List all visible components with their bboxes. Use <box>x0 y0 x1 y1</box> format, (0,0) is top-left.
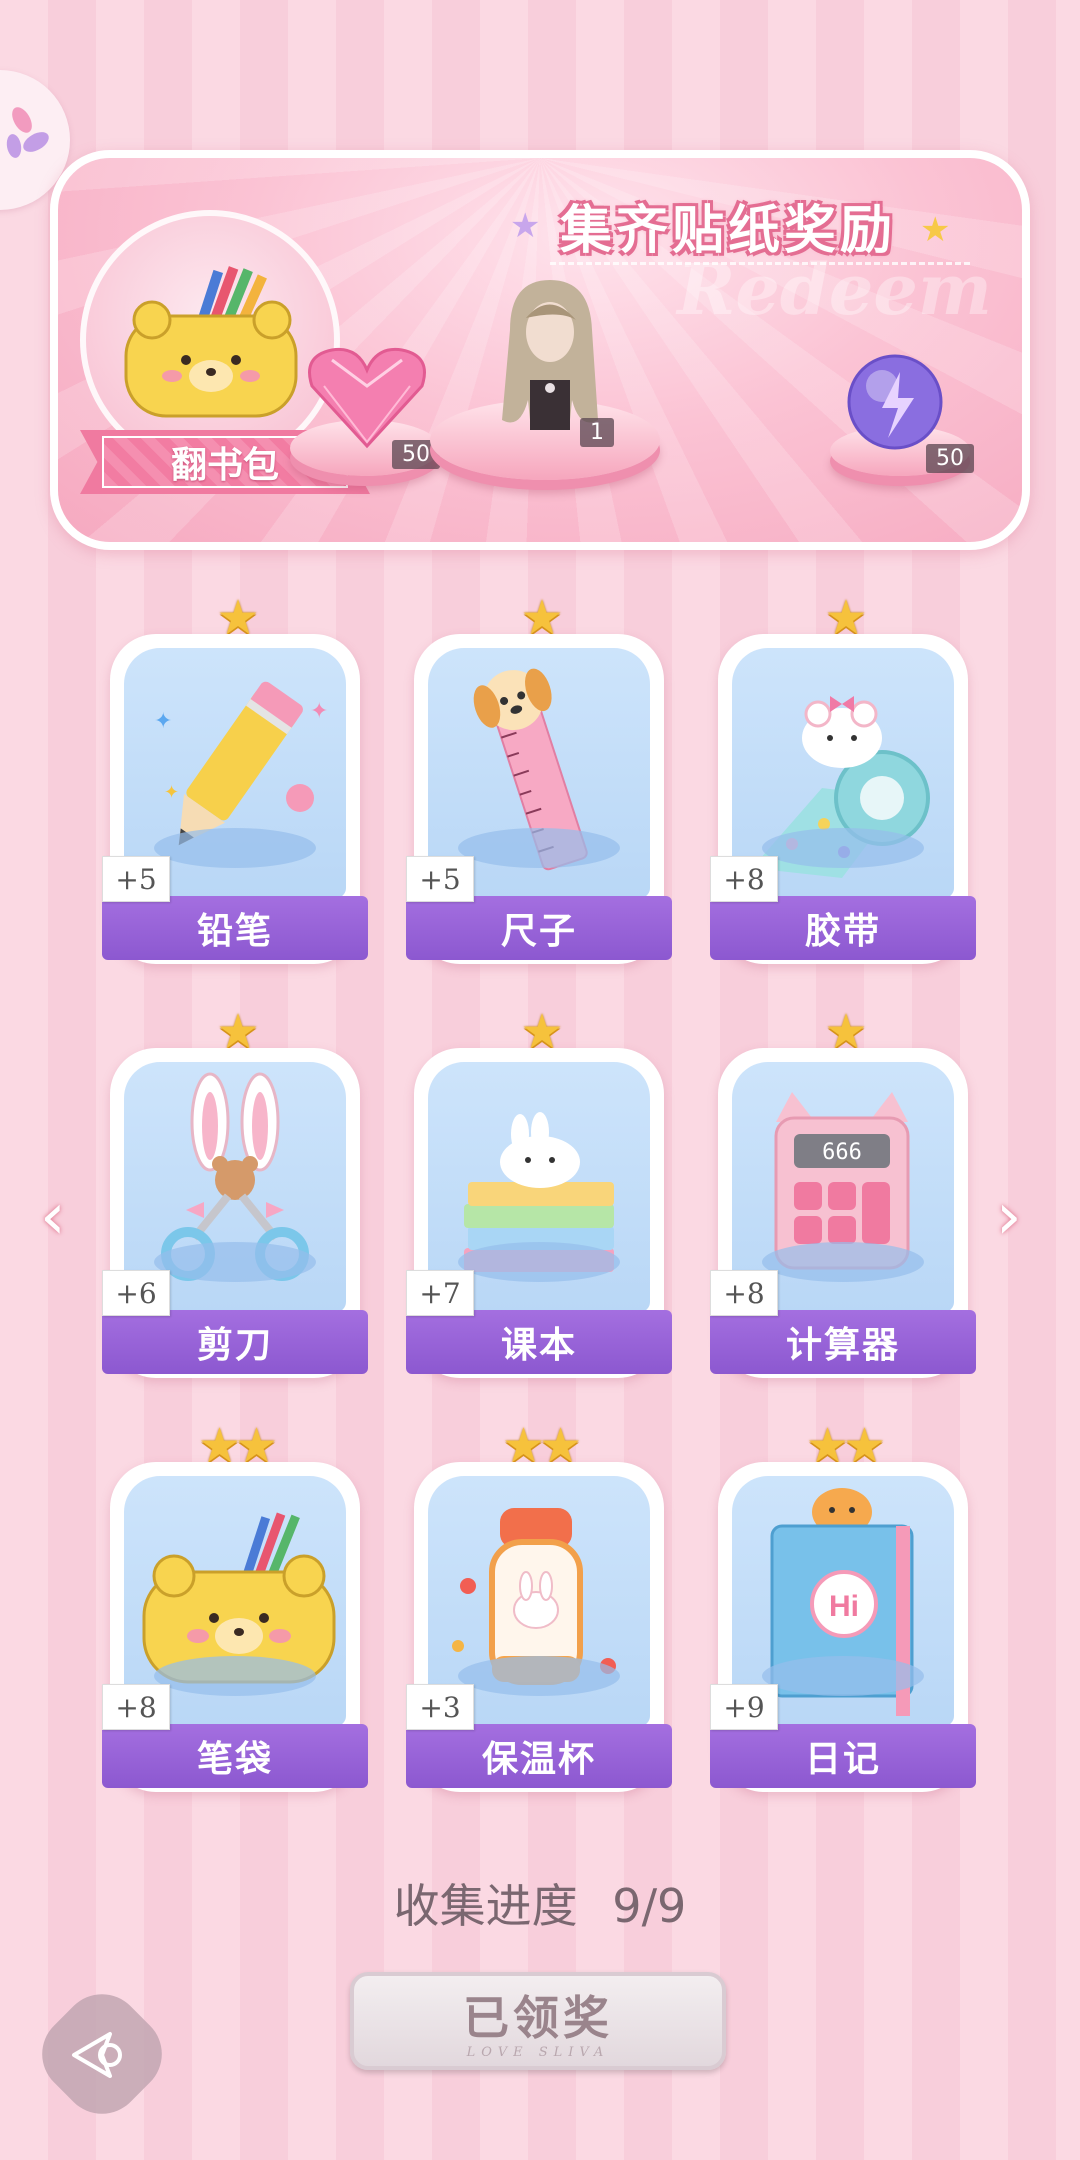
sticker-card-pencil[interactable]: ★ ✦ ✦ ✦ 铅笔 +5 <box>102 590 368 964</box>
svg-text:✦: ✦ <box>154 709 172 734</box>
sticker-name: 剪刀 <box>102 1310 368 1374</box>
sticker-name: 铅笔 <box>102 896 368 960</box>
sticker-card-calculator[interactable]: ★ 666 计算器 +8 <box>710 1004 976 1378</box>
calculator-display: 666 <box>822 1140 862 1165</box>
star-icon: ★ <box>510 206 541 246</box>
sticker-card-pencil-case[interactable]: ★★ 笔袋 +8 <box>102 1418 368 1792</box>
sticker-bonus: +3 <box>406 1684 474 1730</box>
svg-text:✦: ✦ <box>164 782 179 803</box>
claimed-button[interactable]: 已领奖 LOVE SLIVA <box>350 1972 726 2070</box>
sticker-bonus: +5 <box>102 856 170 902</box>
sticker-name: 日记 <box>710 1724 976 1788</box>
reward-item-energy-orb[interactable]: 50 <box>840 350 974 473</box>
back-arrow-icon <box>72 2032 122 2078</box>
sticker-name: 课本 <box>406 1310 672 1374</box>
progress-value: 9/9 <box>612 1879 687 1933</box>
sticker-bonus: +8 <box>102 1684 170 1730</box>
sticker-card-tape[interactable]: ★ 胶带 +8 <box>710 590 976 964</box>
sticker-name: 胶带 <box>710 896 976 960</box>
star-icon: ★ <box>920 210 951 250</box>
character-outfit-icon <box>502 280 598 430</box>
reward-item-heart-gem[interactable]: 50 <box>302 336 440 469</box>
diary-cover-text: Hi <box>829 1590 859 1623</box>
svg-text:✦: ✦ <box>310 699 328 724</box>
sticker-bonus: +6 <box>102 1270 170 1316</box>
sticker-card-diary[interactable]: ★★ Hi 日记 +9 <box>710 1418 976 1792</box>
sticker-card-books[interactable]: ★ 课本 +7 <box>406 1004 672 1378</box>
sticker-name: 保温杯 <box>406 1724 672 1788</box>
reward-banner: Redeem ★ 集齐贴纸奖励 ★ 翻书包 50 1 50 <box>50 150 1030 550</box>
collection-progress: 收集进度 9/9 <box>0 1870 1080 1936</box>
pink-heart-gem-icon <box>308 347 426 449</box>
prev-page-arrow[interactable]: ‹ <box>40 1180 66 1254</box>
sticker-card-thermos[interactable]: ★★ 保温杯 +3 <box>406 1418 672 1792</box>
sticker-card-scissors[interactable]: ★ 剪刀 +6 <box>102 1004 368 1378</box>
next-page-arrow[interactable]: › <box>996 1180 1022 1254</box>
reward-count: 1 <box>580 418 614 447</box>
progress-label: 收集进度 <box>393 1879 578 1933</box>
sticker-bonus: +8 <box>710 1270 778 1316</box>
sticker-bonus: +8 <box>710 856 778 902</box>
reward-item-outfit[interactable]: 1 <box>480 270 620 450</box>
reward-count: 50 <box>926 444 974 473</box>
pencil-case-icon <box>124 266 298 418</box>
claimed-button-subtext: LOVE SLIVA <box>466 2045 610 2060</box>
sticker-name: 笔袋 <box>102 1724 368 1788</box>
sticker-card-ruler[interactable]: ★ 尺子 +5 <box>406 590 672 964</box>
sticker-bonus: +7 <box>406 1270 474 1316</box>
sticker-name: 计算器 <box>710 1310 976 1374</box>
sticker-bonus: +5 <box>406 856 474 902</box>
banner-title: 集齐贴纸奖励 <box>560 201 897 261</box>
sticker-bonus: +9 <box>710 1684 778 1730</box>
claimed-button-label: 已领奖 <box>463 1991 613 2045</box>
sticker-name: 尺子 <box>406 896 672 960</box>
